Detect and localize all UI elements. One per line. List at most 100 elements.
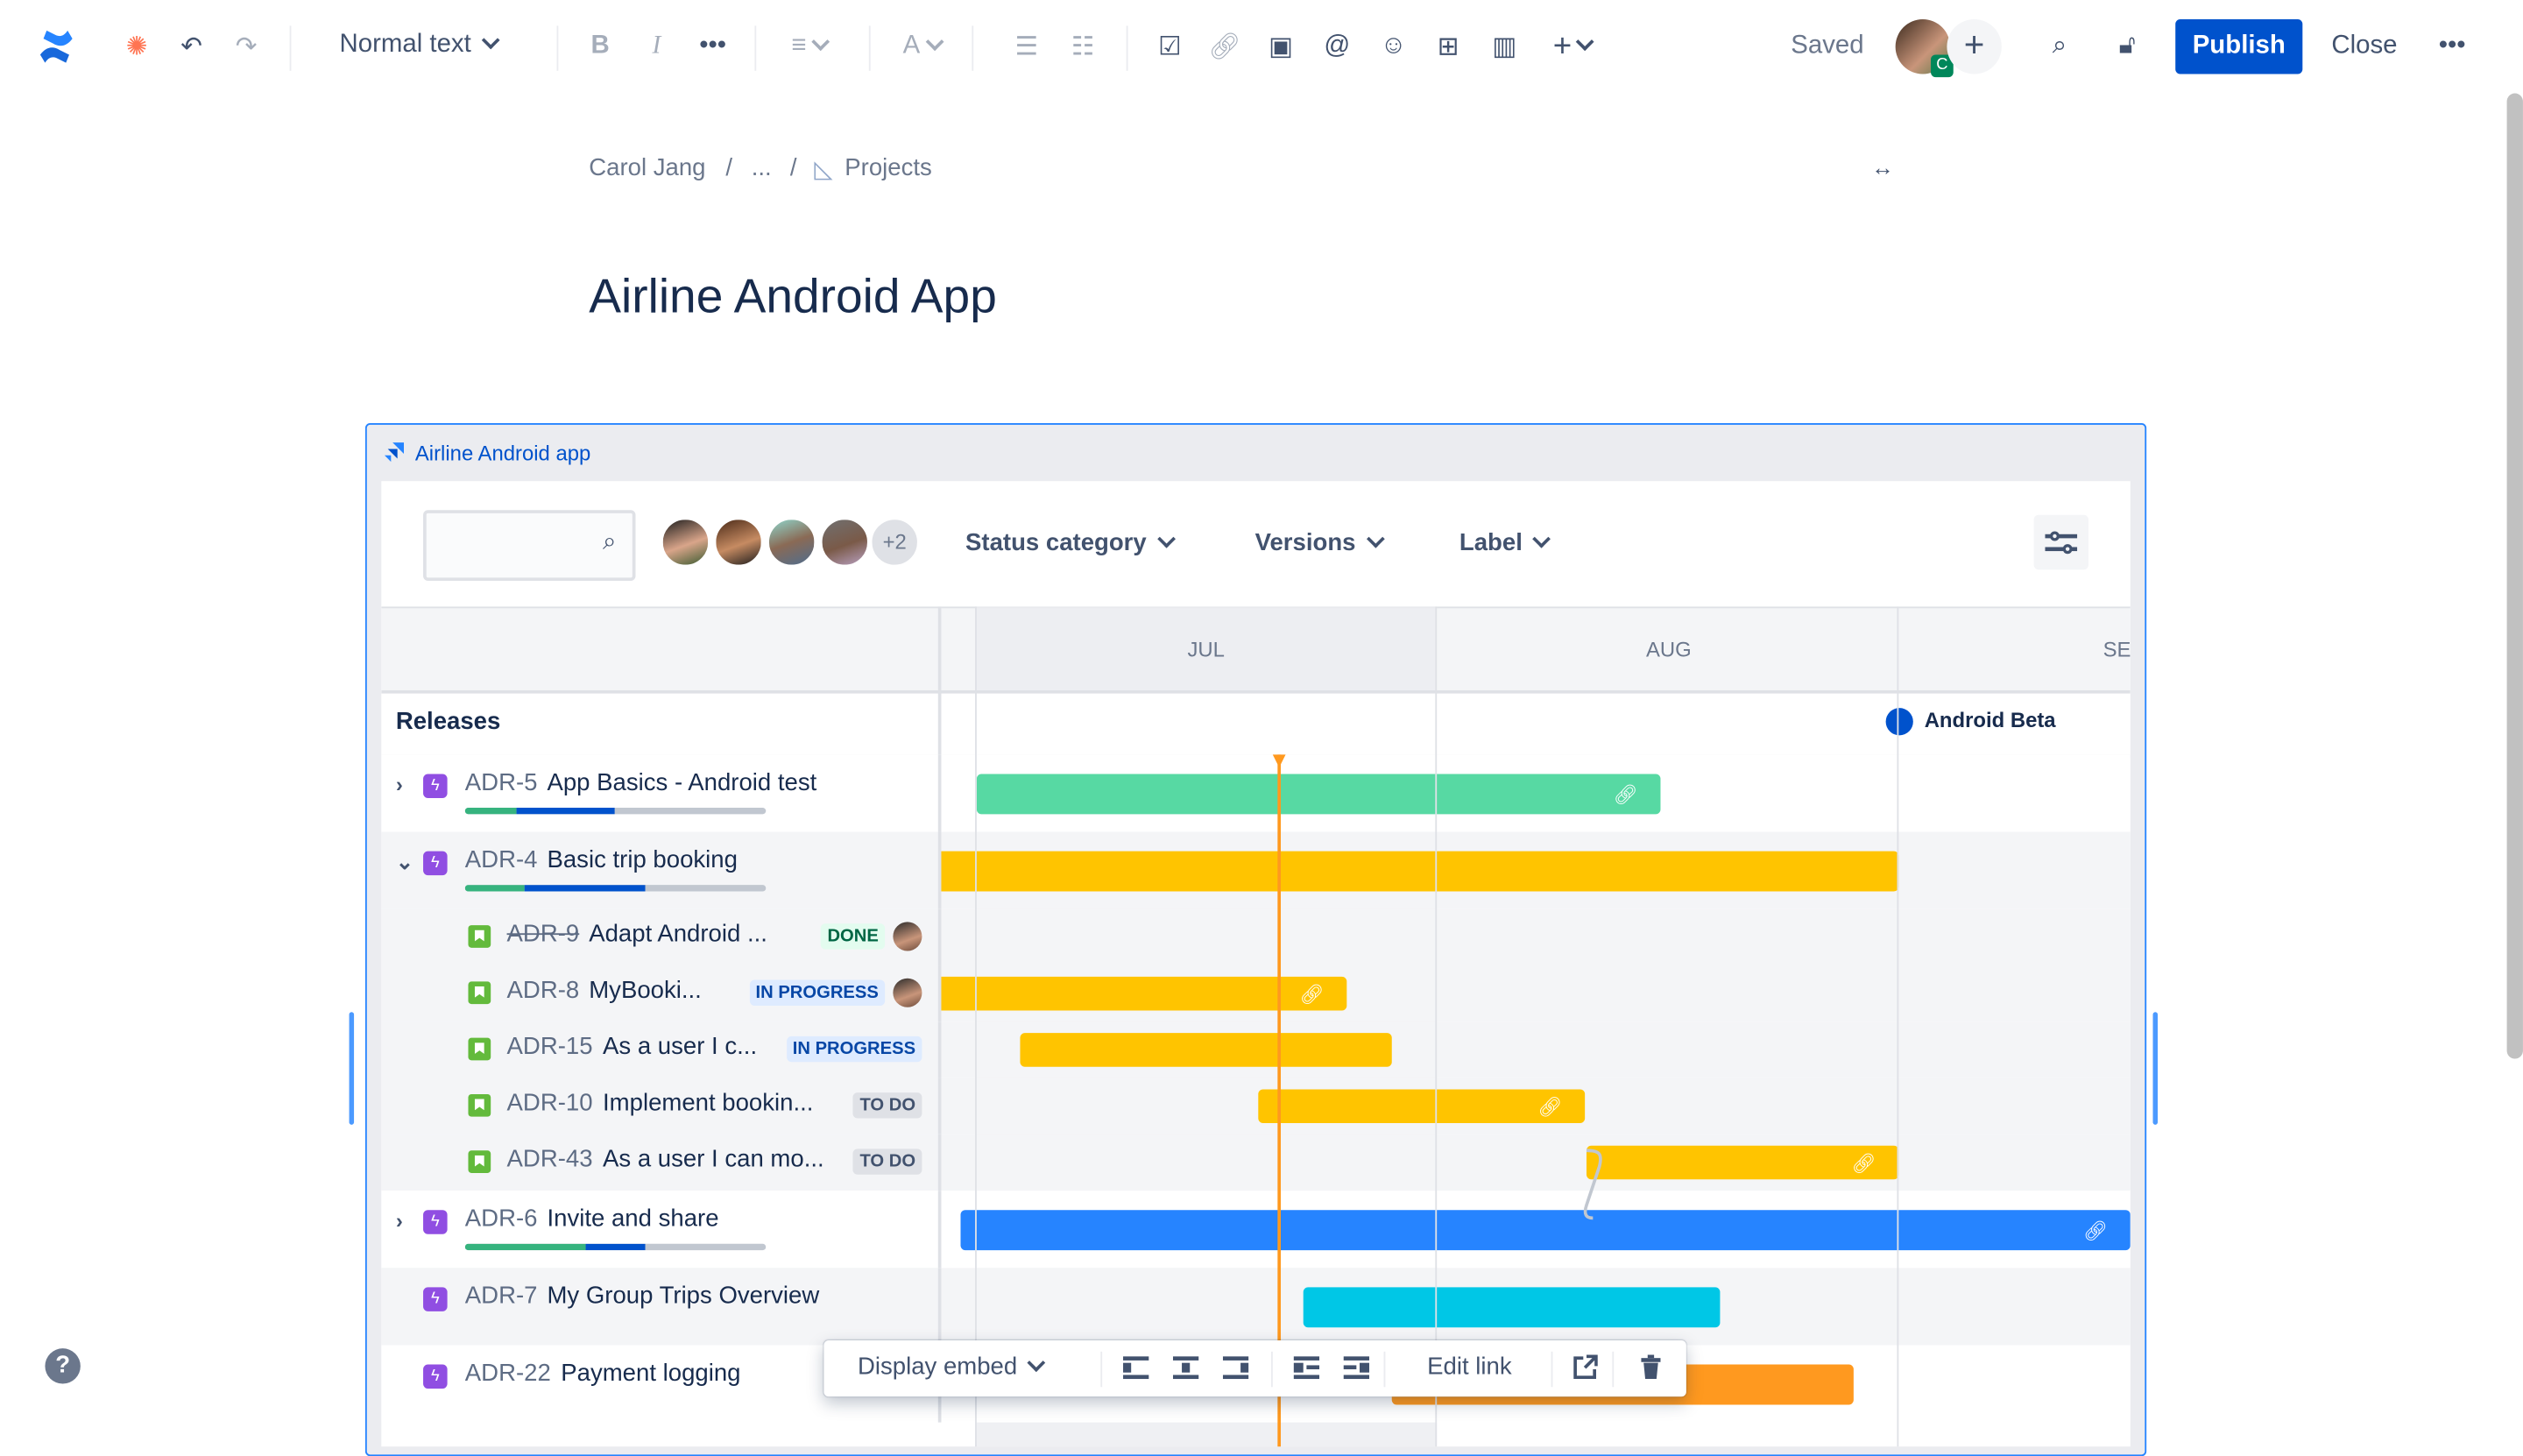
align-center-icon[interactable] bbox=[1172, 1355, 1199, 1381]
breadcrumb-item-projects[interactable]: Projects bbox=[845, 154, 932, 181]
issue-key[interactable]: ADR-4 bbox=[465, 846, 538, 873]
issue-summary[interactable]: App Basics - Android test bbox=[547, 769, 816, 796]
timeline-bar[interactable] bbox=[941, 851, 1899, 892]
timeline-bar[interactable] bbox=[1020, 1033, 1392, 1067]
text-style-dropdown[interactable]: Normal text bbox=[340, 31, 500, 60]
action-item-icon[interactable]: ☑ bbox=[1152, 29, 1187, 64]
more-formatting-icon[interactable]: ••• bbox=[695, 29, 730, 64]
display-embed-dropdown[interactable]: Display embed bbox=[858, 1354, 1046, 1381]
bullet-list-icon[interactable]: ☰ bbox=[1009, 29, 1044, 64]
link-icon[interactable]: 🔗︎ bbox=[1207, 29, 1242, 64]
issue-key[interactable]: ADR-8 bbox=[507, 977, 580, 1004]
filter-status-category[interactable]: Status category bbox=[965, 529, 1176, 556]
issue-summary[interactable]: Adapt Android ... bbox=[589, 921, 767, 948]
embed-title-link[interactable]: Airline Android app bbox=[415, 441, 590, 465]
wrap-left-icon[interactable] bbox=[1293, 1355, 1320, 1381]
issue-summary[interactable]: MyBooki... bbox=[589, 977, 702, 1004]
timeline-row[interactable]: › ϟ ADR-5 App Basics - Android test 🔗︎ bbox=[381, 754, 2131, 832]
timeline-row[interactable]: › ϟ ADR-6 Invite and share 🔗︎ bbox=[381, 1191, 2131, 1269]
filter-label[interactable]: Label bbox=[1459, 529, 1551, 556]
timeline-row[interactable]: ADR-43 As a user I can mo... TO DO 🔗︎ bbox=[381, 1134, 2131, 1191]
timeline-row[interactable]: ADR-15 As a user I c... IN PROGRESS bbox=[381, 1021, 2131, 1078]
jira-timeline-embed[interactable]: Airline Android app ⌕ +2 Status category… bbox=[364, 423, 2147, 1456]
issue-key[interactable]: ADR-5 bbox=[465, 769, 538, 796]
collaborator-avatar[interactable]: C bbox=[1895, 19, 1954, 78]
timeline-row[interactable]: ϟ ADR-7 My Group Trips Overview bbox=[381, 1268, 2131, 1346]
more-actions-icon[interactable]: ••• bbox=[2435, 29, 2470, 64]
bold-icon[interactable]: B bbox=[583, 29, 618, 64]
issue-key[interactable]: ADR-43 bbox=[507, 1146, 593, 1173]
issue-key[interactable]: ADR-22 bbox=[465, 1360, 551, 1387]
delete-trash-icon[interactable] bbox=[1638, 1354, 1664, 1381]
issue-key[interactable]: ADR-9 bbox=[507, 921, 580, 948]
invite-button[interactable]: + bbox=[1947, 19, 2002, 74]
release-marker-dot[interactable] bbox=[1885, 708, 1913, 736]
timeline-bar[interactable] bbox=[1303, 1287, 1721, 1328]
avatar[interactable] bbox=[712, 516, 765, 569]
insert-more-icon[interactable]: + bbox=[1544, 28, 1599, 64]
breadcrumb-item-ellipsis[interactable]: ... bbox=[752, 154, 772, 181]
issue-summary[interactable]: Basic trip booking bbox=[547, 846, 737, 873]
timeline-bar[interactable]: 🔗︎ bbox=[1586, 1145, 1899, 1180]
page-scrollbar[interactable] bbox=[2506, 93, 2523, 1059]
search-input[interactable]: ⌕ bbox=[423, 510, 636, 582]
assignee-avatar[interactable] bbox=[893, 922, 922, 951]
issue-summary[interactable]: As a user I c... bbox=[603, 1033, 757, 1060]
timeline-bar[interactable]: 🔗︎ bbox=[976, 774, 1661, 815]
timeline-bar[interactable]: 🔗︎ bbox=[960, 1210, 2131, 1251]
release-marker-label[interactable]: Android Beta bbox=[1925, 708, 2056, 732]
publish-button[interactable]: Publish bbox=[2175, 19, 2303, 74]
image-icon[interactable]: ▣ bbox=[1263, 29, 1298, 64]
avatar[interactable] bbox=[660, 516, 711, 569]
layouts-icon[interactable]: ▥ bbox=[1487, 29, 1522, 64]
breadcrumb-item-space-owner[interactable]: Carol Jang bbox=[589, 154, 705, 181]
full-width-toggle-icon[interactable]: ↔ bbox=[1871, 154, 1894, 180]
avatar[interactable] bbox=[766, 516, 818, 569]
close-button[interactable]: Close bbox=[2331, 32, 2397, 61]
italic-icon[interactable]: I bbox=[639, 29, 674, 64]
alignment-icon[interactable]: ≡ bbox=[782, 29, 837, 64]
chevron-down-icon[interactable]: ⌄ bbox=[396, 850, 413, 875]
timeline-bar[interactable]: 🔗︎ bbox=[1258, 1089, 1586, 1124]
timeline-row[interactable]: ADR-8 MyBooki... IN PROGRESS 🔗︎ bbox=[381, 965, 2131, 1022]
numbered-list-icon[interactable]: ☷ bbox=[1065, 29, 1100, 64]
emoji-icon[interactable]: ☺ bbox=[1375, 29, 1410, 64]
undo-icon[interactable]: ↶ bbox=[173, 29, 208, 64]
search-icon[interactable]: ⌕ bbox=[2042, 29, 2077, 64]
restrictions-lock-icon[interactable]: 🔓︎ bbox=[2110, 29, 2145, 64]
open-in-new-window-icon[interactable] bbox=[1572, 1354, 1598, 1381]
issue-key[interactable]: ADR-6 bbox=[465, 1205, 538, 1233]
issue-summary[interactable]: My Group Trips Overview bbox=[547, 1283, 819, 1310]
filter-versions[interactable]: Versions bbox=[1255, 529, 1384, 556]
issue-summary[interactable]: Invite and share bbox=[547, 1205, 718, 1233]
issue-summary[interactable]: Implement bookin... bbox=[603, 1089, 813, 1116]
assignee-avatar[interactable] bbox=[893, 978, 922, 1007]
mention-icon[interactable]: @ bbox=[1319, 29, 1354, 64]
timeline-bar[interactable]: 🔗︎ bbox=[941, 976, 1347, 1011]
table-icon[interactable]: ⊞ bbox=[1431, 29, 1466, 64]
issue-key[interactable]: ADR-7 bbox=[465, 1283, 538, 1310]
timeline-row[interactable]: ⌄ ϟ ADR-4 Basic trip booking bbox=[381, 831, 2131, 909]
issue-summary[interactable]: Payment logging bbox=[561, 1360, 740, 1387]
timeline-row[interactable]: ADR-9 Adapt Android ... DONE bbox=[381, 908, 2131, 966]
text-color-icon[interactable]: A bbox=[894, 29, 949, 64]
chevron-right-icon[interactable]: › bbox=[396, 773, 403, 797]
confluence-logo-icon[interactable] bbox=[35, 25, 77, 67]
resize-handle-right[interactable] bbox=[2152, 1012, 2159, 1125]
help-button[interactable]: ? bbox=[45, 1348, 81, 1384]
edit-link-button[interactable]: Edit link bbox=[1427, 1354, 1511, 1381]
align-left-icon[interactable] bbox=[1123, 1355, 1149, 1381]
avatar[interactable] bbox=[818, 516, 871, 569]
page-title[interactable]: Airline Android App bbox=[589, 271, 997, 325]
chevron-right-icon[interactable]: › bbox=[396, 1208, 403, 1233]
issue-summary[interactable]: As a user I can mo... bbox=[603, 1146, 824, 1173]
issue-key[interactable]: ADR-10 bbox=[507, 1089, 593, 1116]
ai-sparkle-icon[interactable]: ✺ bbox=[119, 29, 154, 64]
timeline-row[interactable]: ADR-10 Implement bookin... TO DO 🔗︎ bbox=[381, 1078, 2131, 1134]
redo-icon[interactable]: ↷ bbox=[229, 29, 264, 64]
resize-handle-left[interactable] bbox=[349, 1012, 355, 1125]
align-right-icon[interactable] bbox=[1222, 1355, 1249, 1381]
view-settings-button[interactable] bbox=[2033, 514, 2089, 570]
avatar-overflow[interactable]: +2 bbox=[868, 516, 921, 569]
wrap-right-icon[interactable] bbox=[1343, 1355, 1370, 1381]
